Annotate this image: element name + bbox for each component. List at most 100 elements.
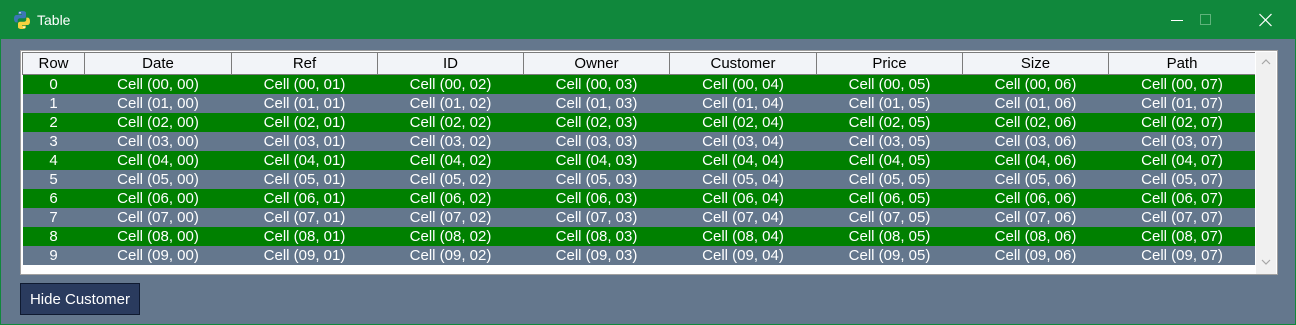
column-header-customer[interactable]: Customer xyxy=(669,52,817,75)
table-row[interactable]: 5 Cell (05, 00) Cell (05, 01) Cell (05, 02)… xyxy=(22,170,1255,189)
table-cell[interactable]: Cell (07, 03) xyxy=(523,208,670,227)
table-cell[interactable]: Cell (06, 06) xyxy=(962,189,1109,208)
table-cell[interactable]: Cell (06, 04) xyxy=(669,189,817,208)
table-cell[interactable]: Cell (08, 07) xyxy=(1108,227,1255,246)
table-cell[interactable]: Cell (08, 06) xyxy=(962,227,1109,246)
table-cell[interactable]: Cell (04, 00) xyxy=(84,151,232,170)
table-row[interactable]: 0 Cell (00, 00) Cell (00, 01) Cell (00, 02)… xyxy=(22,74,1255,94)
table-cell[interactable]: Cell (06, 03) xyxy=(523,189,670,208)
column-header-ref[interactable]: Ref xyxy=(231,52,378,75)
table-cell[interactable]: Cell (03, 06) xyxy=(962,132,1109,151)
table-cell[interactable]: Cell (07, 05) xyxy=(816,208,963,227)
table-cell[interactable]: Cell (01, 05) xyxy=(816,94,963,113)
table-cell[interactable]: Cell (04, 06) xyxy=(962,151,1109,170)
table-cell[interactable]: Cell (09, 04) xyxy=(669,246,817,265)
table-cell[interactable]: Cell (04, 07) xyxy=(1108,151,1255,170)
table-cell[interactable]: Cell (09, 06) xyxy=(962,246,1109,265)
table-cell[interactable]: Cell (01, 02) xyxy=(377,94,524,113)
table-cell[interactable]: Cell (09, 05) xyxy=(816,246,963,265)
table-cell[interactable]: Cell (05, 07) xyxy=(1108,170,1255,189)
table-cell[interactable]: Cell (06, 05) xyxy=(816,189,963,208)
table-cell[interactable]: Cell (02, 05) xyxy=(816,113,963,132)
table-cell[interactable]: Cell (00, 01) xyxy=(231,74,378,94)
table-cell[interactable]: Cell (07, 01) xyxy=(231,208,378,227)
data-table[interactable]: Row Date Ref ID Owner Customer Price Siz… xyxy=(20,50,1278,275)
table-cell[interactable]: Cell (04, 01) xyxy=(231,151,378,170)
table-cell[interactable]: Cell (07, 02) xyxy=(377,208,524,227)
table-row[interactable]: 2 Cell (02, 00) Cell (02, 01) Cell (02, 02)… xyxy=(22,113,1255,132)
table-cell[interactable]: Cell (03, 02) xyxy=(377,132,524,151)
table-row[interactable]: 4 Cell (04, 00) Cell (04, 01) Cell (04, 02)… xyxy=(22,151,1255,170)
column-header-path[interactable]: Path xyxy=(1108,52,1255,75)
table-cell[interactable]: Cell (03, 01) xyxy=(231,132,378,151)
table-row[interactable]: 9 Cell (09, 00) Cell (09, 01) Cell (09, 02)… xyxy=(22,246,1255,265)
table-cell[interactable]: Cell (03, 04) xyxy=(669,132,817,151)
table-cell[interactable]: Cell (01, 01) xyxy=(231,94,378,113)
table-cell[interactable]: Cell (00, 04) xyxy=(669,74,817,94)
column-header-date[interactable]: Date xyxy=(84,52,232,75)
row-number-cell[interactable]: 2 xyxy=(22,113,85,132)
table-cell[interactable]: Cell (05, 04) xyxy=(669,170,817,189)
table-cell[interactable]: Cell (08, 01) xyxy=(231,227,378,246)
table-cell[interactable]: Cell (01, 03) xyxy=(523,94,670,113)
table-row[interactable]: 8 Cell (08, 00) Cell (08, 01) Cell (08, 02)… xyxy=(22,227,1255,246)
table-grid[interactable]: Row Date Ref ID Owner Customer Price Siz… xyxy=(22,52,1255,274)
table-cell[interactable]: Cell (06, 00) xyxy=(84,189,232,208)
table-cell[interactable]: Cell (06, 01) xyxy=(231,189,378,208)
table-cell[interactable]: Cell (02, 04) xyxy=(669,113,817,132)
table-cell[interactable]: Cell (09, 00) xyxy=(84,246,232,265)
table-cell[interactable]: Cell (01, 07) xyxy=(1108,94,1255,113)
table-cell[interactable]: Cell (06, 02) xyxy=(377,189,524,208)
table-cell[interactable]: Cell (00, 03) xyxy=(523,74,670,94)
table-row[interactable]: 3 Cell (03, 00) Cell (03, 01) Cell (03, 02)… xyxy=(22,132,1255,151)
table-cell[interactable]: Cell (03, 07) xyxy=(1108,132,1255,151)
table-cell[interactable]: Cell (08, 00) xyxy=(84,227,232,246)
maximize-button[interactable] xyxy=(1178,1,1236,39)
table-cell[interactable]: Cell (03, 05) xyxy=(816,132,963,151)
chevron-down-icon[interactable] xyxy=(1261,258,1271,266)
table-cell[interactable]: Cell (03, 00) xyxy=(84,132,232,151)
row-number-cell[interactable]: 5 xyxy=(22,170,85,189)
column-header-owner[interactable]: Owner xyxy=(523,52,670,75)
table-cell[interactable]: Cell (00, 07) xyxy=(1108,74,1255,94)
hide-customer-button[interactable]: Hide Customer xyxy=(20,283,140,315)
table-cell[interactable]: Cell (08, 02) xyxy=(377,227,524,246)
close-button[interactable] xyxy=(1237,1,1295,39)
table-cell[interactable]: Cell (08, 04) xyxy=(669,227,817,246)
table-cell[interactable]: Cell (05, 05) xyxy=(816,170,963,189)
table-cell[interactable]: Cell (01, 04) xyxy=(669,94,817,113)
table-cell[interactable]: Cell (02, 00) xyxy=(84,113,232,132)
table-cell[interactable]: Cell (07, 04) xyxy=(669,208,817,227)
table-cell[interactable]: Cell (02, 02) xyxy=(377,113,524,132)
table-cell[interactable]: Cell (00, 02) xyxy=(377,74,524,94)
table-cell[interactable]: Cell (04, 05) xyxy=(816,151,963,170)
title-bar[interactable]: Table xyxy=(1,1,1295,39)
table-cell[interactable]: Cell (09, 02) xyxy=(377,246,524,265)
row-number-cell[interactable]: 9 xyxy=(22,246,85,265)
table-cell[interactable]: Cell (05, 03) xyxy=(523,170,670,189)
vertical-scrollbar[interactable] xyxy=(1256,52,1276,274)
row-number-cell[interactable]: 8 xyxy=(22,227,85,246)
table-cell[interactable]: Cell (06, 07) xyxy=(1108,189,1255,208)
table-row[interactable]: 1 Cell (01, 00) Cell (01, 01) Cell (01, 02)… xyxy=(22,94,1255,113)
table-cell[interactable]: Cell (08, 03) xyxy=(523,227,670,246)
column-header-size[interactable]: Size xyxy=(962,52,1109,75)
column-header-id[interactable]: ID xyxy=(377,52,524,75)
table-cell[interactable]: Cell (01, 06) xyxy=(962,94,1109,113)
table-cell[interactable]: Cell (03, 03) xyxy=(523,132,670,151)
table-cell[interactable]: Cell (04, 04) xyxy=(669,151,817,170)
table-cell[interactable]: Cell (04, 02) xyxy=(377,151,524,170)
table-cell[interactable]: Cell (09, 01) xyxy=(231,246,378,265)
table-cell[interactable]: Cell (07, 06) xyxy=(962,208,1109,227)
table-cell[interactable]: Cell (02, 06) xyxy=(962,113,1109,132)
row-number-cell[interactable]: 3 xyxy=(22,132,85,151)
table-cell[interactable]: Cell (07, 07) xyxy=(1108,208,1255,227)
table-cell[interactable]: Cell (05, 01) xyxy=(231,170,378,189)
table-cell[interactable]: Cell (07, 00) xyxy=(84,208,232,227)
table-cell[interactable]: Cell (01, 00) xyxy=(84,94,232,113)
table-cell[interactable]: Cell (00, 05) xyxy=(816,74,963,94)
table-cell[interactable]: Cell (04, 03) xyxy=(523,151,670,170)
table-cell[interactable]: Cell (02, 03) xyxy=(523,113,670,132)
row-number-cell[interactable]: 6 xyxy=(22,189,85,208)
table-cell[interactable]: Cell (00, 00) xyxy=(84,74,232,94)
